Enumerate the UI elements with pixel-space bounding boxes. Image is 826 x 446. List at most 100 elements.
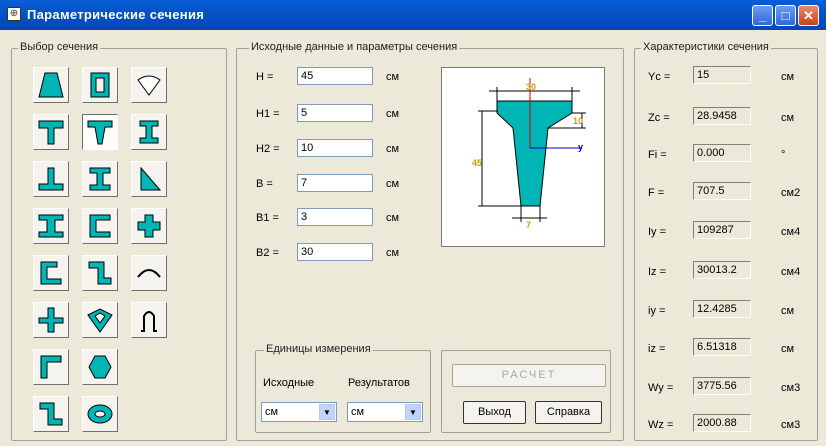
char-unit-f: см2 <box>781 187 801 199</box>
char-label-f: F = <box>648 187 665 199</box>
hexagon-icon <box>88 355 112 379</box>
char-value-gyration-z: 6.51318 <box>693 338 751 356</box>
shape-button-rhombus[interactable] <box>82 302 118 338</box>
box-section-icon <box>90 72 110 98</box>
shape-button-omega[interactable] <box>131 302 167 338</box>
close-icon: ✕ <box>803 8 814 23</box>
shape-button-hexagon[interactable] <box>82 349 118 385</box>
exit-button[interactable]: Выход <box>463 401 526 424</box>
dim-h2-label: 10 <box>573 116 583 126</box>
param-input-h[interactable]: 45 <box>297 67 373 85</box>
y-axis-label: y <box>578 142 583 152</box>
ring-icon <box>87 404 113 424</box>
char-value-iy: 109287 <box>693 221 751 239</box>
characteristics-legend: Характеристики сечения <box>641 41 771 53</box>
help-button[interactable]: Справка <box>535 401 602 424</box>
shape-button-tee[interactable] <box>33 114 69 150</box>
source-units-select[interactable]: см ▼ <box>261 402 337 422</box>
char-label-fi: Fi = <box>648 149 667 161</box>
char-label-gyration-y: iy = <box>648 305 666 317</box>
section-preview: 30 45 10 7 y <box>441 67 605 247</box>
char-unit-fi: ° <box>781 149 786 161</box>
char-label-wy: Wy = <box>648 382 674 394</box>
shape-button-plus[interactable] <box>33 302 69 338</box>
param-input-h1[interactable]: 5 <box>297 104 373 122</box>
rhombus-icon <box>87 308 113 333</box>
param-input-h2[interactable]: 10 <box>297 139 373 157</box>
parameters-legend: Исходные данные и параметры сечения <box>249 41 460 53</box>
minimize-button[interactable]: _ <box>752 5 773 26</box>
char-unit-wy: см3 <box>781 382 801 394</box>
shape-button-triangle[interactable] <box>131 161 167 197</box>
char-unit-iz: см4 <box>781 266 801 278</box>
char-value-wz: 2000.88 <box>693 414 751 432</box>
zee-icon <box>88 261 112 285</box>
shape-button-tapered-tee[interactable] <box>82 114 118 150</box>
trapezoid-icon <box>38 72 64 98</box>
shape-button-zee-lipped[interactable] <box>33 396 69 432</box>
plus-icon <box>38 307 64 333</box>
units-legend: Единицы измерения <box>264 343 373 355</box>
param-input-b[interactable]: 7 <box>297 174 373 192</box>
omega-icon <box>141 311 157 332</box>
param-label-b2: B2 = <box>256 247 279 259</box>
param-unit-h1: см <box>386 108 400 120</box>
param-label-h1: H1 = <box>256 108 280 120</box>
char-unit-wz: см3 <box>781 419 801 431</box>
param-label-h: H = <box>256 71 274 83</box>
char-unit-gyration-z: см <box>781 343 795 355</box>
param-input-b1[interactable]: 3 <box>297 208 373 226</box>
chevron-down-icon[interactable]: ▼ <box>405 404 421 420</box>
char-label-iz: Iz = <box>648 266 667 278</box>
param-label-b1: B1 = <box>256 212 279 224</box>
i-beam-icon <box>139 120 159 144</box>
shape-button-trapezoid[interactable] <box>33 67 69 103</box>
angle-icon <box>40 355 62 379</box>
window-title: Параметрические сечения <box>27 7 205 22</box>
maximize-button[interactable]: □ <box>775 5 796 26</box>
char-value-f: 707.5 <box>693 182 751 200</box>
char-label-gyration-z: iz = <box>648 343 666 355</box>
param-unit-b: см <box>386 178 400 190</box>
maximize-icon: □ <box>781 8 790 23</box>
shape-button-i-beam-2[interactable] <box>82 161 118 197</box>
param-unit-h: см <box>386 71 400 83</box>
result-units-value: см <box>351 406 365 418</box>
char-label-wz: Wz = <box>648 419 674 431</box>
shape-button-cross[interactable] <box>131 208 167 244</box>
shape-button-wide-flange[interactable] <box>33 208 69 244</box>
result-units-select[interactable]: см ▼ <box>347 402 423 422</box>
param-label-h2: H2 = <box>256 143 280 155</box>
close-button[interactable]: ✕ <box>798 5 819 26</box>
shape-button-i-beam[interactable] <box>131 114 167 150</box>
shape-button-inverted-tee[interactable] <box>33 161 69 197</box>
source-units-label: Исходные <box>263 377 315 389</box>
zee-lipped-icon <box>39 402 63 426</box>
triangle-icon <box>140 166 162 191</box>
char-label-iy: Iy = <box>648 226 667 238</box>
wide-flange-icon <box>38 214 64 238</box>
param-input-b2[interactable]: 30 <box>297 243 373 261</box>
shape-button-zee[interactable] <box>82 255 118 291</box>
dim-b-label: 7 <box>526 220 531 230</box>
param-unit-b1: см <box>386 212 400 224</box>
app-icon: ⊕ <box>7 7 21 21</box>
shape-button-ring[interactable] <box>82 396 118 432</box>
char-unit-iy: см4 <box>781 226 801 238</box>
shape-button-channel[interactable] <box>82 208 118 244</box>
shape-button-arc[interactable] <box>131 255 167 291</box>
calculate-button[interactable]: РАСЧЕТ <box>452 364 606 387</box>
shape-button-circle-segment[interactable] <box>131 67 167 103</box>
shape-button-box[interactable] <box>82 67 118 103</box>
shape-button-lipped-channel[interactable] <box>33 255 69 291</box>
char-value-gyration-y: 12.4285 <box>693 300 751 318</box>
dim-h-label: 45 <box>472 158 482 168</box>
char-unit-zc: см <box>781 112 795 124</box>
source-units-value: см <box>265 406 279 418</box>
cross-icon <box>137 214 161 238</box>
lipped-channel-icon <box>40 261 62 285</box>
chevron-down-icon[interactable]: ▼ <box>319 404 335 420</box>
char-unit-yc: см <box>781 71 795 83</box>
shape-button-angle[interactable] <box>33 349 69 385</box>
section-drawing: 30 45 10 7 y <box>472 78 586 230</box>
